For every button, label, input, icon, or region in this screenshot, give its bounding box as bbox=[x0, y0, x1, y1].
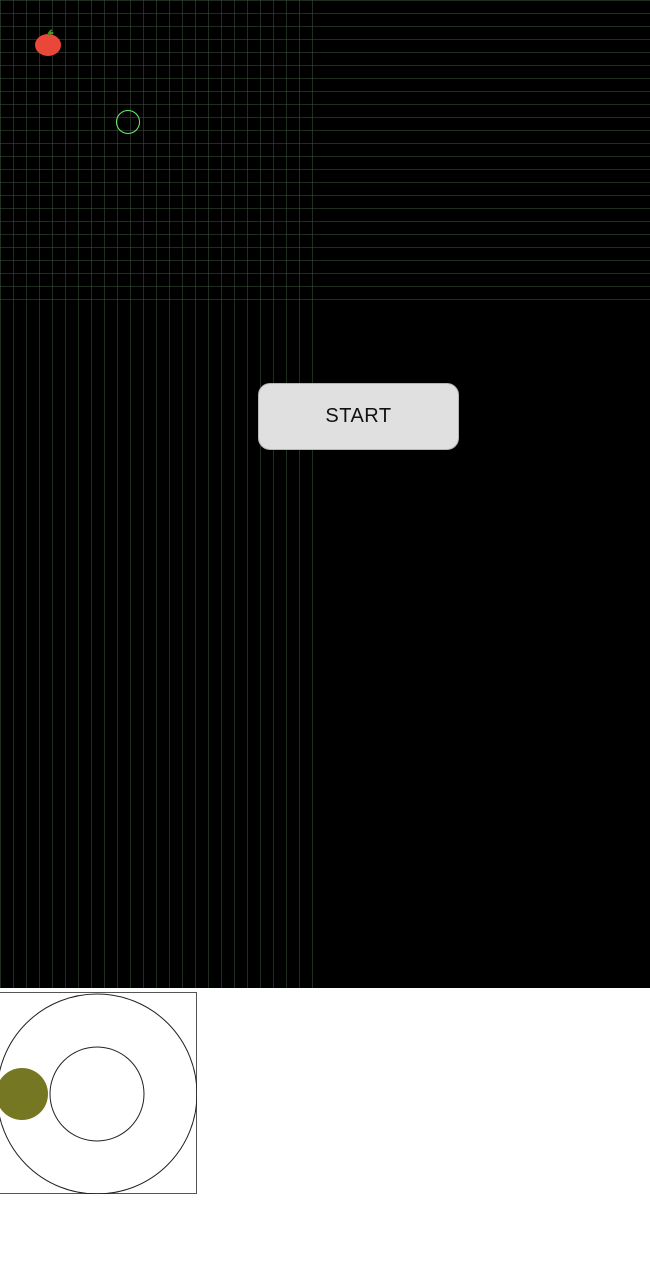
game-board[interactable]: START bbox=[0, 0, 650, 988]
snake-head bbox=[116, 110, 140, 134]
apple-icon bbox=[35, 29, 61, 56]
start-button[interactable]: START bbox=[258, 383, 459, 450]
grid-horizontal-lines bbox=[0, 0, 650, 312]
joystick[interactable] bbox=[0, 992, 197, 1194]
